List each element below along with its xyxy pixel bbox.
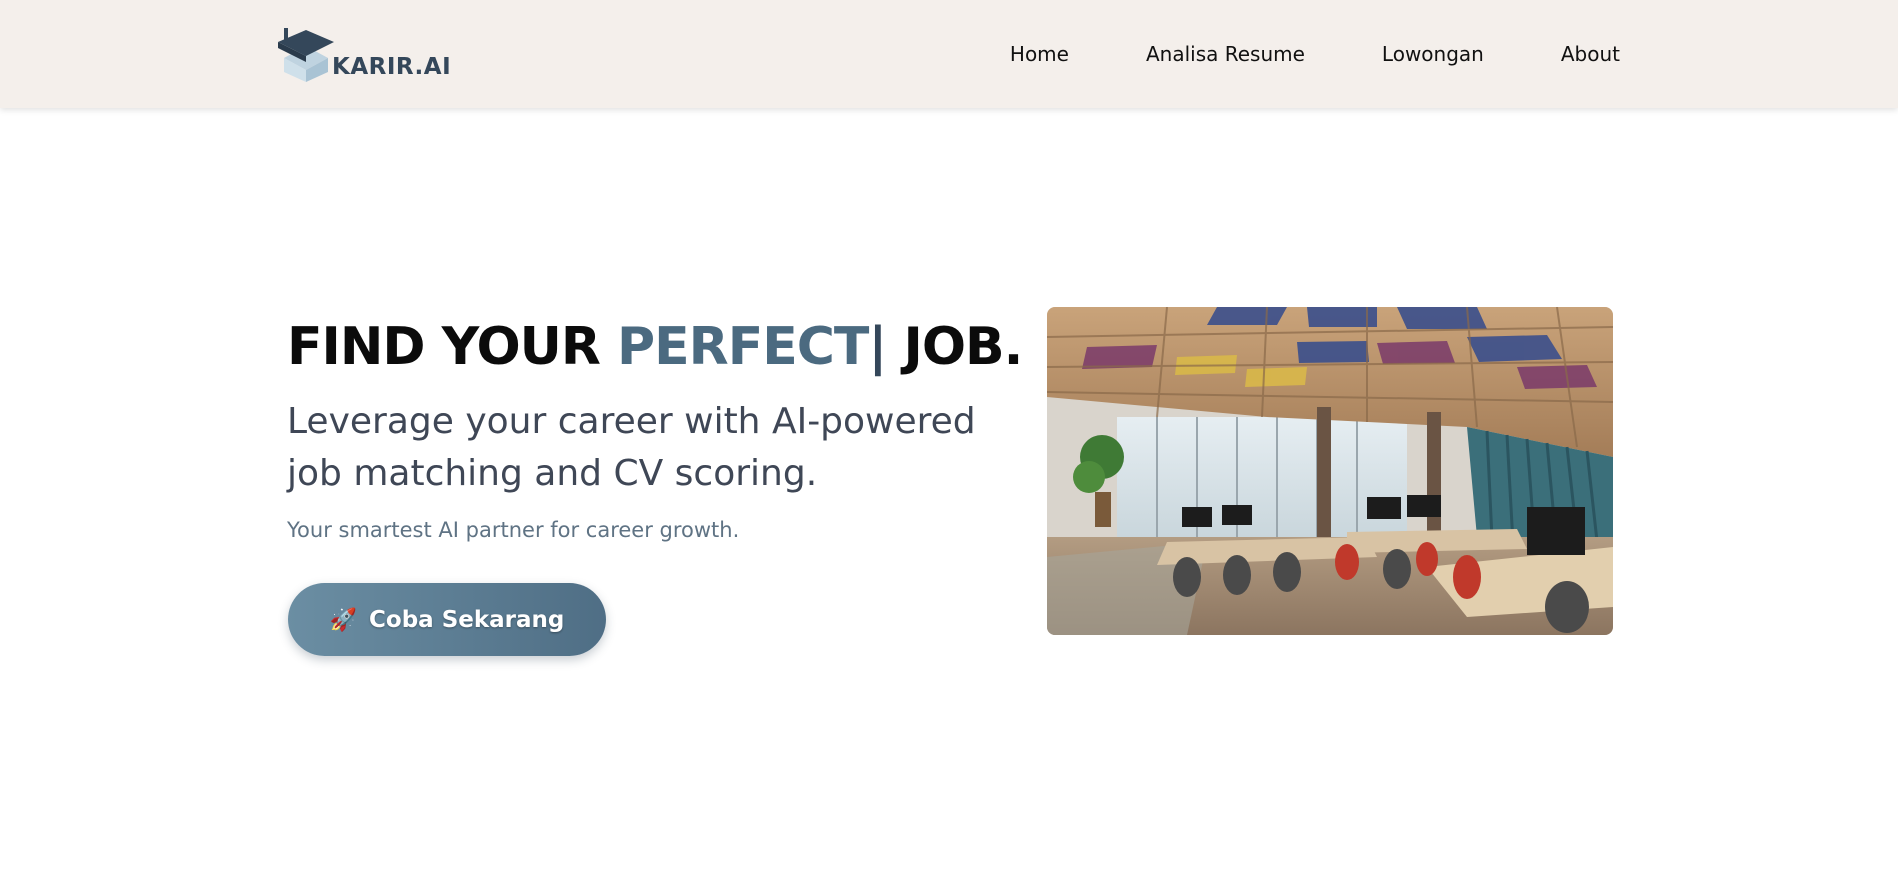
hero-title-accent: PERFECT	[617, 317, 869, 377]
hero-title: FIND YOUR PERFECT| JOB.	[287, 316, 1023, 378]
nav-analisa-resume[interactable]: Analisa Resume	[1146, 42, 1305, 66]
brand-logo[interactable]: KARIR.AI	[278, 26, 451, 82]
try-now-label: Coba Sekarang	[369, 606, 565, 633]
hero-tagline: Your smartest AI partner for career grow…	[287, 518, 740, 542]
try-now-button[interactable]: 🚀 Coba Sekarang	[288, 583, 606, 656]
hero-title-part2: JOB.	[886, 317, 1023, 377]
office-photo	[1047, 307, 1613, 635]
nav-about[interactable]: About	[1561, 42, 1620, 66]
navbar: KARIR.AI Home Analisa Resume Lowongan Ab…	[0, 0, 1898, 108]
hero-title-part1: FIND YOUR	[287, 317, 618, 377]
hero-subtitle: Leverage your career with AI-powered job…	[287, 401, 976, 494]
typing-cursor: |	[868, 317, 887, 377]
brand-name: KARIR.AI	[332, 54, 452, 80]
nav-lowongan[interactable]: Lowongan	[1382, 42, 1484, 66]
nav-home[interactable]: Home	[1010, 42, 1069, 66]
rocket-icon: 🚀	[329, 606, 358, 632]
graduation-cap-icon	[278, 28, 334, 82]
main-nav: Home Analisa Resume Lowongan About	[1010, 0, 1620, 108]
